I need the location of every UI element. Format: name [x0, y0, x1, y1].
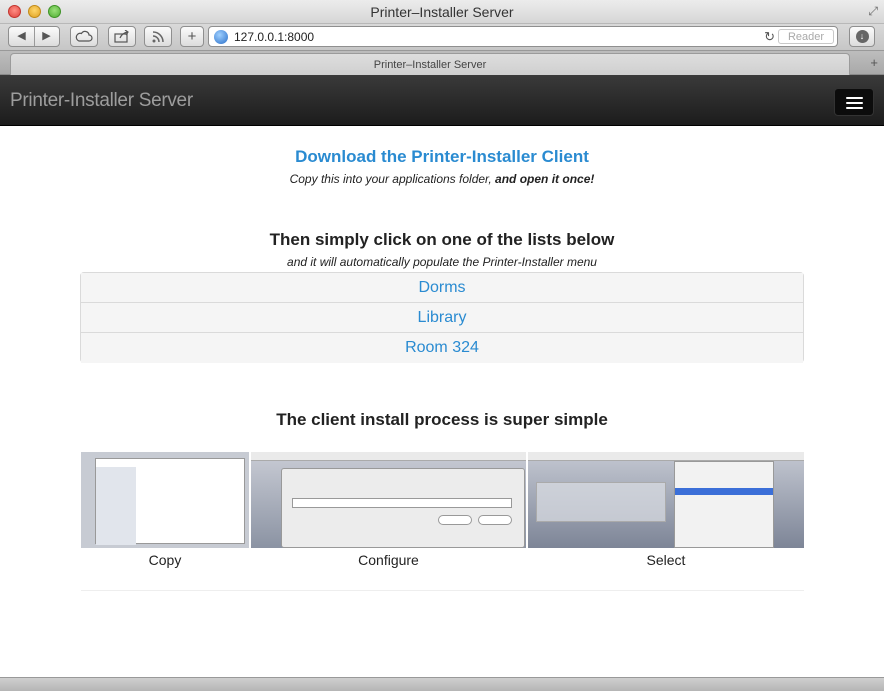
share-icon	[114, 29, 129, 43]
back-icon[interactable]: ◀	[9, 27, 34, 46]
cloud-icon	[75, 30, 93, 42]
page-viewport: Printer-Installer Server Download the Pr…	[0, 75, 884, 677]
process-heading: The client install process is super simp…	[276, 410, 608, 429]
forward-icon[interactable]: ▶	[34, 27, 59, 46]
new-tab-icon[interactable]: +	[870, 55, 878, 70]
menu-toggle-button[interactable]	[834, 88, 874, 116]
add-bookmark-button[interactable]: +	[180, 26, 204, 47]
configure-step-image	[251, 452, 526, 548]
icloud-tabs-button[interactable]	[70, 26, 98, 47]
download-icon: ↓	[855, 30, 869, 43]
reader-button[interactable]: Reader	[778, 29, 834, 44]
download-subtitle-prefix: Copy this into your applications folder,	[289, 172, 496, 186]
lists-heading: Then simply click on one of the lists be…	[269, 230, 615, 249]
hamburger-icon	[846, 102, 863, 104]
window-title: Printer–Installer Server	[370, 4, 514, 20]
printer-list-group: Dorms Library Room 324	[80, 272, 804, 363]
download-client-link[interactable]: Download the Printer-Installer Client	[0, 147, 884, 167]
status-bar	[0, 677, 884, 691]
step-caption-configure: Configure	[358, 552, 419, 568]
address-text[interactable]: 127.0.0.1:8000	[234, 30, 314, 44]
finder-window-graphic	[95, 458, 245, 545]
address-bar[interactable]: 127.0.0.1:8000 ↻ Reader	[208, 26, 838, 47]
list-item-dorms[interactable]: Dorms	[81, 273, 803, 303]
copy-step-image	[81, 452, 249, 548]
globe-icon	[214, 30, 228, 44]
fullscreen-icon[interactable]: ⤢	[868, 4, 878, 19]
rss-button[interactable]	[144, 26, 172, 47]
divider	[81, 590, 804, 591]
hamburger-icon	[846, 107, 863, 109]
printer-menu-graphic	[674, 461, 774, 548]
process-screenshots	[81, 452, 804, 548]
step-caption-select: Select	[646, 552, 686, 568]
download-subtitle-bold: and open it once!	[495, 172, 595, 186]
hamburger-icon	[846, 97, 863, 99]
navbar-brand[interactable]: Printer-Installer Server	[10, 90, 193, 112]
printer-info-graphic	[536, 482, 666, 522]
lists-subtitle: and it will automatically populate the P…	[287, 255, 597, 269]
list-item-library[interactable]: Library	[81, 303, 803, 333]
back-forward-buttons: ◀ ▶	[8, 26, 60, 47]
reload-icon[interactable]: ↻	[764, 29, 775, 45]
browser-toolbar: ◀ ▶ + 127.0.0.1:8000 ↻ Reader ↓	[0, 24, 884, 50]
step-caption-copy: Copy	[148, 552, 182, 568]
tab-bar: Printer–Installer Server +	[0, 50, 884, 75]
title-bar: Printer–Installer Server ⤢	[0, 0, 884, 24]
rss-icon	[152, 31, 164, 43]
site-navbar: Printer-Installer Server	[0, 75, 884, 126]
config-dialog-graphic	[281, 468, 525, 548]
downloads-button[interactable]: ↓	[849, 26, 875, 47]
download-subtitle: Copy this into your applications folder,…	[0, 172, 884, 186]
share-button[interactable]	[108, 26, 136, 47]
select-step-image	[528, 452, 804, 548]
tab-printer-installer[interactable]: Printer–Installer Server	[10, 53, 850, 75]
list-item-room-324[interactable]: Room 324	[81, 333, 803, 363]
